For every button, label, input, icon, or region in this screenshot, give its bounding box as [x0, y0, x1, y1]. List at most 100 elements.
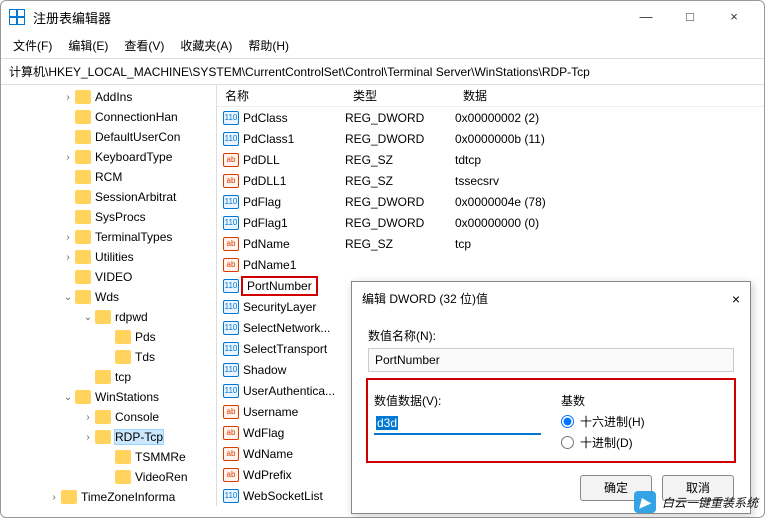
value-type: REG_DWORD: [345, 111, 455, 125]
list-row[interactable]: abPdDLLREG_SZtdtcp: [217, 149, 764, 170]
value-name: WdPrefix: [243, 468, 292, 482]
list-row[interactable]: abPdNameREG_SZtcp: [217, 233, 764, 254]
minimize-button[interactable]: —: [624, 3, 668, 31]
list-row[interactable]: 110PdFlagREG_DWORD0x0000004e (78): [217, 191, 764, 212]
tree-item[interactable]: ›TerminalTypes: [1, 227, 216, 247]
folder-icon: [115, 330, 131, 344]
chevron-icon[interactable]: ⌄: [81, 312, 95, 323]
tree-item[interactable]: Pds: [1, 327, 216, 347]
folder-icon: [75, 390, 91, 404]
tree-item[interactable]: VideoRen: [1, 467, 216, 487]
address-bar[interactable]: 计算机\HKEY_LOCAL_MACHINE\SYSTEM\CurrentCon…: [1, 59, 764, 85]
dialog-close-button[interactable]: ×: [732, 291, 740, 307]
dialog-title: 编辑 DWORD (32 位)值: [362, 290, 732, 307]
dword-icon: 110: [223, 363, 239, 377]
menu-favorites[interactable]: 收藏夹(A): [180, 37, 232, 54]
radio-dec[interactable]: 十进制(D): [561, 434, 728, 451]
value-name: PdName: [243, 237, 290, 251]
folder-icon: [95, 310, 111, 324]
app-icon: [9, 9, 25, 25]
value-name: PdFlag: [243, 195, 281, 209]
tree-label: Utilities: [95, 250, 134, 264]
col-name[interactable]: 名称: [217, 87, 345, 104]
chevron-icon[interactable]: ›: [61, 92, 75, 103]
folder-icon: [61, 490, 77, 504]
list-row[interactable]: 110PdFlag1REG_DWORD0x00000000 (0): [217, 212, 764, 233]
folder-icon: [95, 430, 111, 444]
chevron-icon[interactable]: ›: [81, 412, 95, 423]
watermark-text: 白云一键重装系统: [662, 494, 758, 511]
tree-item[interactable]: tcp: [1, 367, 216, 387]
watermark: ▶ 白云一键重装系统: [634, 491, 758, 513]
tree-item[interactable]: SysProcs: [1, 207, 216, 227]
radio-dec-input[interactable]: [561, 436, 574, 449]
tree-label: VideoRen: [135, 470, 188, 484]
tree-item[interactable]: VIDEO: [1, 267, 216, 287]
chevron-icon[interactable]: ⌄: [61, 392, 75, 403]
tree-item[interactable]: ⌄Wds: [1, 287, 216, 307]
value-type: REG_DWORD: [345, 216, 455, 230]
tree-label: SessionArbitrat: [95, 190, 176, 204]
value-data-input[interactable]: d3d: [374, 413, 541, 435]
tree-item[interactable]: RCM: [1, 167, 216, 187]
tree-pane[interactable]: ›AddIns ConnectionHan DefaultUserCon›Keybo…: [1, 85, 217, 506]
menu-edit[interactable]: 编辑(E): [68, 37, 108, 54]
tree-item[interactable]: › Utilities: [1, 247, 216, 267]
dword-icon: 110: [223, 321, 239, 335]
dword-icon: 110: [223, 111, 239, 125]
value-name: SecurityLayer: [243, 300, 316, 314]
value-data-label: 数值数据(V):: [374, 392, 541, 409]
col-data[interactable]: 数据: [455, 87, 764, 104]
tree-item[interactable]: ⌄ WinStations: [1, 387, 216, 407]
list-row[interactable]: 110PdClassREG_DWORD0x00000002 (2): [217, 107, 764, 128]
window-title: 注册表编辑器: [33, 8, 624, 27]
tree-item[interactable]: ›Console: [1, 407, 216, 427]
value-data: 0x00000002 (2): [455, 111, 764, 125]
list-row[interactable]: 110PdClass1REG_DWORD0x0000000b (11): [217, 128, 764, 149]
tree-label: RDP-Tcp: [115, 430, 163, 444]
tree-item[interactable]: TSMMRe: [1, 447, 216, 467]
tree-item[interactable]: › RDP-Tcp: [1, 427, 216, 447]
string-icon: ab: [223, 258, 239, 272]
maximize-button[interactable]: □: [668, 3, 712, 31]
menu-view[interactable]: 查看(V): [124, 37, 164, 54]
tree-label: WinStations: [95, 390, 159, 404]
tree-item[interactable]: ›AddIns: [1, 87, 216, 107]
close-button[interactable]: ×: [712, 3, 756, 31]
menu-file[interactable]: 文件(F): [13, 37, 52, 54]
list-row[interactable]: abPdDLL1REG_SZtssecsrv: [217, 170, 764, 191]
list-row[interactable]: abPdName1: [217, 254, 764, 275]
tree-label: rdpwd: [115, 310, 148, 324]
dword-icon: 110: [223, 132, 239, 146]
radio-hex-input[interactable]: [561, 415, 574, 428]
chevron-icon[interactable]: ›: [47, 492, 61, 503]
chevron-icon[interactable]: ⌄: [61, 292, 75, 303]
tree-item[interactable]: ⌄ rdpwd: [1, 307, 216, 327]
dword-icon: 110: [223, 195, 239, 209]
folder-icon: [115, 350, 131, 364]
dword-icon: 110: [223, 489, 239, 503]
chevron-icon[interactable]: ›: [61, 152, 75, 163]
value-name-field: PortNumber: [368, 348, 734, 372]
value-name: PdDLL1: [243, 174, 286, 188]
tree-item[interactable]: Tds: [1, 347, 216, 367]
window-buttons: — □ ×: [624, 3, 756, 31]
tree-item[interactable]: ConnectionHan: [1, 107, 216, 127]
chevron-icon[interactable]: ›: [81, 432, 95, 443]
tree-item[interactable]: ›KeyboardType: [1, 147, 216, 167]
folder-icon: [75, 90, 91, 104]
col-type[interactable]: 类型: [345, 87, 455, 104]
tree-label: ConnectionHan: [95, 110, 178, 124]
value-data: 0x0000000b (11): [455, 132, 764, 146]
list-header: 名称 类型 数据: [217, 85, 764, 107]
chevron-icon[interactable]: ›: [61, 232, 75, 243]
tree-item[interactable]: SessionArbitrat: [1, 187, 216, 207]
menu-help[interactable]: 帮助(H): [248, 37, 289, 54]
radio-hex[interactable]: 十六进制(H): [561, 413, 728, 430]
menubar: 文件(F) 编辑(E) 查看(V) 收藏夹(A) 帮助(H): [1, 33, 764, 59]
tree-item[interactable]: DefaultUserCon: [1, 127, 216, 147]
value-name: Shadow: [243, 363, 286, 377]
tree-item[interactable]: ›TimeZoneInforma: [1, 487, 216, 506]
value-data: tssecsrv: [455, 174, 764, 188]
chevron-icon[interactable]: ›: [61, 252, 75, 263]
